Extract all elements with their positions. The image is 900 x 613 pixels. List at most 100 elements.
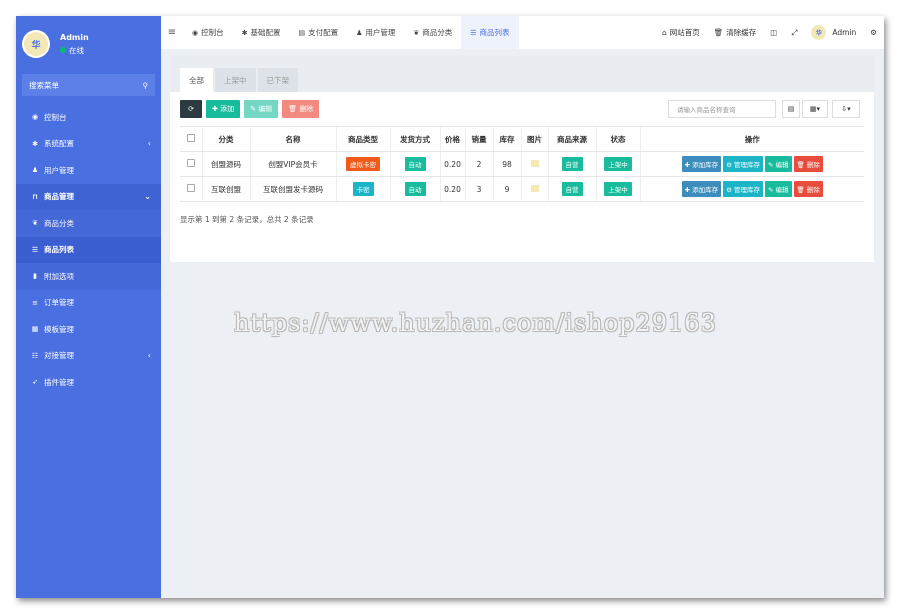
cell-price: 0.20 <box>439 151 465 177</box>
avatar[interactable]: 华 <box>22 30 50 58</box>
search-icon[interactable]: ⚲ <box>143 81 149 90</box>
cell-operations: ✚ 添加库存 ⚙ 管理库存 ✎ 编辑 🗑 删除 <box>639 176 864 202</box>
status-toggle[interactable]: 上架中 <box>604 182 632 196</box>
sidebar-item-10[interactable]: ➶ 插件管理 <box>16 369 161 396</box>
tab-all[interactable]: 全部 <box>180 68 213 92</box>
sidebar-item-5[interactable]: ☰ 商品列表 <box>16 236 161 263</box>
type-badge: 卡密 <box>352 182 374 196</box>
sidebar-item-0[interactable]: ◉ 控制台 <box>16 104 161 131</box>
row-delete-button[interactable]: 🗑 删除 <box>793 156 823 172</box>
admin-label: Admin <box>832 28 857 37</box>
cell-sales: 2 <box>464 151 493 177</box>
sidebar-item-3[interactable]: ⊓ 商品管理 ⌄ <box>16 183 161 210</box>
tab-off-sale[interactable]: 已下架 <box>257 68 298 92</box>
row-delete-label: 删除 <box>806 161 820 169</box>
row-select[interactable] <box>180 176 202 202</box>
header-category[interactable]: 分类 <box>201 126 250 152</box>
admin-avatar: 华 <box>811 25 827 40</box>
trash-icon: 🗑 <box>713 28 724 37</box>
sidebar-item-8[interactable]: ▦ 模板管理 <box>16 316 161 343</box>
sidebar-item-label: 商品列表 <box>44 245 74 255</box>
fullscreen-icon[interactable]: ⤢ <box>784 28 804 38</box>
sidebar-item-1[interactable]: ✱ 系统配置 ‹ <box>16 131 161 158</box>
header-name[interactable]: 名称 <box>249 126 336 152</box>
product-search-input[interactable]: 请输入商品名称查询 <box>668 100 776 118</box>
sidebar-item-label: 附加选项 <box>44 271 74 281</box>
status-toggle[interactable]: 上架中 <box>604 157 632 171</box>
sidebar-item-7[interactable]: ≡ 订单管理 <box>16 290 161 317</box>
header-status[interactable]: 状态 <box>595 126 640 152</box>
sidebar-item-label: 插件管理 <box>44 377 74 387</box>
add-stock-label: 添加库存 <box>692 186 719 194</box>
delivery-badge: 自动 <box>404 157 426 171</box>
menu-toggle-icon[interactable]: ≡ <box>161 27 183 38</box>
cell-source: 自营 <box>547 176 596 202</box>
top-tab-4[interactable]: ❦ 商品分类 <box>404 16 461 49</box>
cell-image <box>520 176 548 202</box>
add-stock-button[interactable]: ✚ 添加库存 <box>681 156 722 172</box>
print-icon[interactable]: ▤ <box>782 100 800 118</box>
product-table: 分类 名称 商品类型 发货方式 价格 销量 库存 图片 商品来源 状态 操作 创… <box>180 126 864 202</box>
sidebar-item-2[interactable]: ♟ 用户管理 <box>16 157 161 184</box>
header-type[interactable]: 商品类型 <box>335 126 390 152</box>
header-select-all[interactable] <box>180 126 202 152</box>
manage-stock-button[interactable]: ⚙ 管理库存 <box>723 156 764 172</box>
manage-stock-button[interactable]: ⚙ 管理库存 <box>723 181 764 197</box>
edit-button-label: 编辑 <box>258 105 273 113</box>
row-delete-button[interactable]: 🗑 删除 <box>793 181 823 197</box>
cell-operations: ✚ 添加库存 ⚙ 管理库存 ✎ 编辑 🗑 删除 <box>639 151 864 177</box>
sidebar-item-label: 用户管理 <box>44 165 74 175</box>
edit-button[interactable]: ✎ 编辑 <box>244 100 279 118</box>
add-button[interactable]: ✚ 添加 <box>206 100 241 118</box>
header-price[interactable]: 价格 <box>439 126 465 152</box>
row-edit-button[interactable]: ✎ 编辑 <box>765 156 792 172</box>
user-icon: ♟ <box>31 166 39 175</box>
cell-price: 0.20 <box>439 176 465 202</box>
sidebar-item-label: 订单管理 <box>44 298 74 308</box>
home-icon: ⌂ <box>661 28 667 37</box>
sidebar-item-6[interactable]: ▮ 附加选项 <box>16 263 161 290</box>
clear-cache-label: 清除缓存 <box>726 28 757 37</box>
header-delivery[interactable]: 发货方式 <box>389 126 440 152</box>
tab-icon: ♟ <box>356 28 363 37</box>
language-icon[interactable]: ◫ <box>763 28 784 37</box>
top-tab-5[interactable]: ☰ 商品列表 <box>461 16 519 49</box>
top-tabs: ◉ 控制台 ✱ 基础配置 ▤ 支付配置 ♟ 用户管理 ❦ 商品分类 ☰ 商品列表 <box>183 16 519 49</box>
product-thumbnail[interactable] <box>530 159 539 167</box>
row-delete-label: 删除 <box>806 186 820 194</box>
select-all-checkbox[interactable] <box>186 134 195 142</box>
row-select[interactable] <box>180 151 202 177</box>
search-placeholder: 请输入商品名称查询 <box>677 106 736 114</box>
top-tab-3[interactable]: ♟ 用户管理 <box>347 16 404 49</box>
table-row[interactable]: 创盟源码 创盟VIP会员卡 虚拟卡密 自动 0.20 2 98 自营 上架中 ✚ 添加库存 ⚙ 管理… <box>180 151 864 177</box>
sidebar-item-9[interactable]: ☷ 对接管理 ‹ <box>16 343 161 370</box>
row-checkbox[interactable] <box>186 159 195 167</box>
refresh-button[interactable]: ⟳ <box>180 100 202 118</box>
add-stock-button[interactable]: ✚ 添加库存 <box>681 181 722 197</box>
delete-button[interactable]: 🗑 删除 <box>282 100 320 118</box>
clear-cache-button[interactable]: 🗑 清除缓存 <box>707 27 764 38</box>
home-link[interactable]: ⌂ 网站首页 <box>655 27 707 38</box>
sidebar-item-4[interactable]: ❦ 商品分类 <box>16 210 161 237</box>
header-source[interactable]: 商品来源 <box>547 126 596 152</box>
row-checkbox[interactable] <box>186 184 195 192</box>
export-icon[interactable]: ⇩▾ <box>832 100 860 118</box>
admin-menu[interactable]: 华 Admin <box>804 25 863 40</box>
top-tab-label: 控制台 <box>201 28 224 37</box>
cell-category: 创盟源码 <box>201 151 250 177</box>
columns-toggle-icon[interactable]: ▦▾ <box>802 100 828 118</box>
sidebar-search[interactable]: 搜索菜单 ⚲ <box>22 74 155 96</box>
sidebar: 华 Admin 在线 搜索菜单 ⚲ ◉ 控制台 ✱ 系统配置 ‹ ♟ 用户管理 ⊓ 商品管理 ⌄ ❦… <box>16 16 161 598</box>
chevron-icon: ‹ <box>147 139 151 149</box>
top-tab-0[interactable]: ◉ 控制台 <box>183 16 233 49</box>
tab-on-sale[interactable]: 上架中 <box>215 68 256 92</box>
top-tab-2[interactable]: ▤ 支付配置 <box>289 16 347 49</box>
top-tab-label: 用户管理 <box>365 28 396 37</box>
product-thumbnail[interactable] <box>530 184 539 192</box>
header-stock[interactable]: 库存 <box>492 126 521 152</box>
row-edit-button[interactable]: ✎ 编辑 <box>765 181 792 197</box>
top-tab-1[interactable]: ✱ 基础配置 <box>233 16 290 49</box>
table-row[interactable]: 互联创盟 互联创盟发卡源码 卡密 自动 0.20 3 9 自营 上架中 ✚ 添加库存 ⚙ 管理库存 ✎… <box>180 176 864 202</box>
header-sales[interactable]: 销量 <box>464 126 493 152</box>
settings-gear-icon[interactable]: ⚙ <box>863 28 884 37</box>
